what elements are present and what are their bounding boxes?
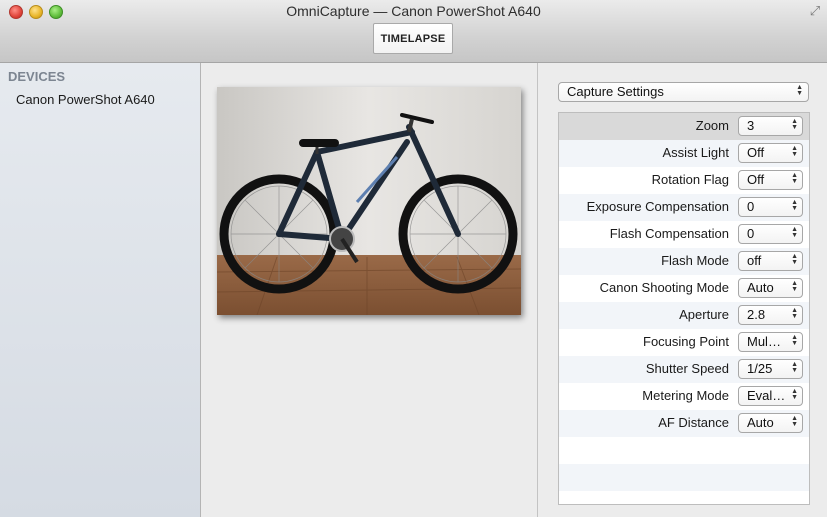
setting-value: 2.8	[747, 307, 766, 322]
setting-value-select[interactable]: 3 ▲ ▼	[738, 116, 803, 136]
empty-row	[559, 437, 809, 464]
setting-value-select[interactable]: 1/25 ▲ ▼	[738, 359, 803, 379]
popup-arrows-icon: ▲ ▼	[791, 253, 798, 266]
setting-label: Assist Light	[662, 145, 729, 160]
setting-row-zoom[interactable]: Zoom 3 ▲ ▼	[559, 113, 809, 140]
setting-value: Mul…	[747, 334, 781, 349]
setting-row-af-distance[interactable]: AF Distance Auto ▲ ▼	[559, 410, 809, 437]
popup-arrows-icon: ▲ ▼	[791, 415, 798, 428]
setting-row-rotation-flag[interactable]: Rotation Flag Off ▲ ▼	[559, 167, 809, 194]
popup-arrows-icon: ▲ ▼	[791, 145, 798, 158]
setting-value: Eval…	[747, 388, 786, 403]
setting-label: Aperture	[679, 307, 729, 322]
setting-label: Flash Compensation	[609, 226, 729, 241]
timelapse-button[interactable]: TIMELAPSE	[373, 23, 453, 54]
setting-value: 0	[747, 226, 755, 241]
setting-label: Shutter Speed	[645, 361, 729, 376]
setting-value: 0	[747, 199, 755, 214]
setting-value-select[interactable]: off ▲ ▼	[738, 251, 803, 271]
setting-label: Flash Mode	[661, 253, 729, 268]
popup-arrows-icon: ▲ ▼	[796, 84, 803, 97]
popup-arrows-icon: ▲ ▼	[791, 334, 798, 347]
popup-arrows-icon: ▲ ▼	[791, 226, 798, 239]
capture-settings-popup[interactable]: Capture Settings ▲ ▼	[558, 82, 809, 102]
capture-settings-label: Capture Settings	[567, 84, 664, 99]
setting-value-select[interactable]: Off ▲ ▼	[738, 170, 803, 190]
setting-value-select[interactable]: 2.8 ▲ ▼	[738, 305, 803, 325]
setting-row-focusing-point[interactable]: Focusing Point Mul… ▲ ▼	[559, 329, 809, 356]
devices-sidebar: DEVICES Canon PowerShot A640	[0, 63, 201, 517]
setting-value: off	[747, 253, 762, 268]
setting-row-exposure-compensation[interactable]: Exposure Compensation 0 ▲ ▼	[559, 194, 809, 221]
setting-label: Exposure Compensation	[586, 199, 729, 214]
setting-label: Focusing Point	[643, 334, 729, 349]
setting-row-aperture[interactable]: Aperture 2.8 ▲ ▼	[559, 302, 809, 329]
setting-value-select[interactable]: Off ▲ ▼	[738, 143, 803, 163]
app-window: OmniCapture — Canon PowerShot A640 ⤢ TIM…	[0, 0, 827, 517]
settings-table: Zoom 3 ▲ ▼ Assist Light Off ▲ ▼ Rotation Fla…	[558, 112, 810, 505]
popup-arrows-icon: ▲ ▼	[791, 307, 798, 320]
setting-row-metering-mode[interactable]: Metering Mode Eval… ▲ ▼	[559, 383, 809, 410]
setting-label: Rotation Flag	[651, 172, 729, 187]
setting-value: 1/25	[747, 361, 773, 376]
setting-row-flash-mode[interactable]: Flash Mode off ▲ ▼	[559, 248, 809, 275]
setting-label: Canon Shooting Mode	[599, 280, 729, 295]
fullscreen-icon[interactable]: ⤢	[807, 3, 823, 19]
setting-value: Off	[747, 172, 765, 187]
popup-arrows-icon: ▲ ▼	[791, 361, 798, 374]
popup-arrows-icon: ▲ ▼	[791, 172, 798, 185]
setting-value: Auto	[747, 280, 774, 295]
setting-value-select[interactable]: Eval… ▲ ▼	[738, 386, 803, 406]
sidebar-heading: DEVICES	[8, 69, 66, 84]
setting-label: Zoom	[695, 118, 729, 133]
setting-value-select[interactable]: 0 ▲ ▼	[738, 224, 803, 244]
title-bar: OmniCapture — Canon PowerShot A640 ⤢ TIM…	[0, 0, 827, 63]
setting-row-assist-light[interactable]: Assist Light Off ▲ ▼	[559, 140, 809, 167]
setting-value: 3	[747, 118, 755, 133]
bicycle-photo	[217, 87, 521, 315]
empty-row	[559, 464, 809, 491]
popup-arrows-icon: ▲ ▼	[791, 118, 798, 131]
popup-arrows-icon: ▲ ▼	[791, 280, 798, 293]
setting-row-canon-shooting-mode[interactable]: Canon Shooting Mode Auto ▲ ▼	[559, 275, 809, 302]
preview-area	[201, 63, 538, 517]
setting-value-select[interactable]: Auto ▲ ▼	[738, 413, 803, 433]
popup-arrows-icon: ▲ ▼	[791, 388, 798, 401]
setting-label: Metering Mode	[642, 388, 729, 403]
setting-value: Off	[747, 145, 765, 160]
setting-value-select[interactable]: Mul… ▲ ▼	[738, 332, 803, 352]
setting-row-shutter-speed[interactable]: Shutter Speed 1/25 ▲ ▼	[559, 356, 809, 383]
setting-value-select[interactable]: 0 ▲ ▼	[738, 197, 803, 217]
window-title: OmniCapture — Canon PowerShot A640	[286, 3, 541, 19]
settings-panel: Capture Settings ▲ ▼ Zoom 3 ▲ ▼ Assist Ligh…	[538, 63, 827, 517]
setting-row-flash-compensation[interactable]: Flash Compensation 0 ▲ ▼	[559, 221, 809, 248]
popup-arrows-icon: ▲ ▼	[791, 199, 798, 212]
setting-value: Auto	[747, 415, 774, 430]
sidebar-item-canon-powershot-a640[interactable]: Canon PowerShot A640	[16, 92, 155, 107]
camera-preview-image	[217, 87, 521, 315]
setting-value-select[interactable]: Auto ▲ ▼	[738, 278, 803, 298]
setting-label: AF Distance	[658, 415, 729, 430]
